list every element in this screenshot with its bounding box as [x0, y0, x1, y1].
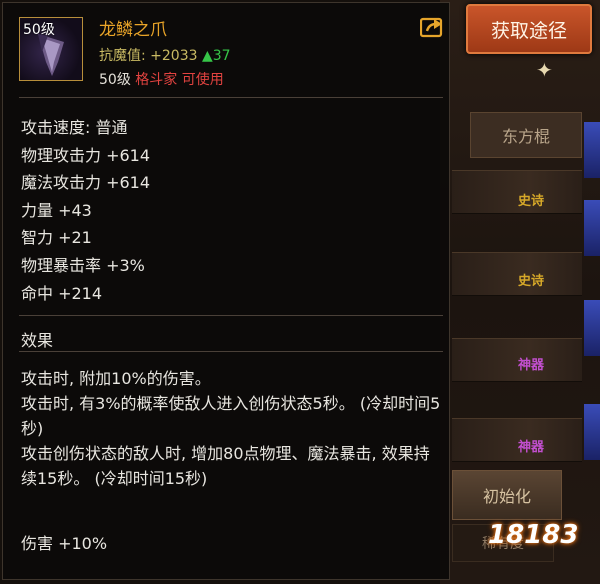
stat-magic-attack: 魔法攻击力 +614 [21, 173, 151, 193]
stat-hit: 命中 +214 [21, 283, 103, 303]
share-icon[interactable] [420, 16, 444, 38]
stat-attack-speed: 攻击速度: 普通 [21, 118, 128, 137]
item-thumbnail[interactable] [584, 300, 600, 356]
required-class: 格斗家 可使用 [135, 72, 224, 88]
effect-section-title: 效果 [21, 331, 54, 350]
item-thumbnail[interactable] [584, 200, 600, 256]
rarity-tag-epic: 史诗 [518, 274, 545, 289]
rarity-tag-artifact: 神器 [518, 440, 545, 455]
background-list-row[interactable] [452, 252, 582, 296]
stat-intelligence: 智力 +21 [21, 228, 92, 248]
divider [19, 97, 443, 98]
required-level: 50级 [99, 72, 131, 88]
damage-bonus: 伤害 +10% [21, 534, 108, 553]
rarity-tag-epic: 史诗 [518, 194, 545, 209]
reset-button[interactable]: 初始化 [452, 470, 562, 520]
tab-eastern-staff[interactable]: 东方棍 [470, 112, 582, 158]
item-icon: 50级 [19, 17, 83, 81]
item-tooltip: 50级 龙鳞之爪 抗魔值: +2033 ▲37 50级 格斗家 可使用 攻击速度… [2, 2, 450, 580]
item-thumbnail[interactable] [584, 404, 600, 460]
stat-list: 攻击速度: 普通 物理攻击力 +614 魔法攻击力 +614 力量 +43 智力… [21, 114, 150, 307]
item-name: 龙鳞之爪 [99, 20, 167, 40]
effect-line: 攻击创伤状态的敌人时, 增加80点物理、魔法暴击, 效果持续15秒。 (冷却时间… [21, 444, 430, 488]
background-list-row[interactable] [452, 338, 582, 382]
acquire-source-button[interactable]: 获取途径 [466, 4, 592, 54]
background-list-row[interactable] [452, 170, 582, 214]
background-list-row[interactable] [452, 418, 582, 462]
stat-crit-rate: 物理暴击率 +3% [21, 255, 145, 275]
item-thumbnail[interactable] [584, 122, 600, 178]
sparkle-icon: ✦ [536, 58, 553, 82]
requirement: 50级 格斗家 可使用 [99, 69, 224, 89]
rarity-tag-artifact: 神器 [518, 358, 545, 373]
effect-list: 攻击时, 附加10%的伤害。 攻击时, 有3%的概率使敌人进入创伤状态5秒。 (… [21, 366, 441, 491]
resist-value: 抗魔值: +2033 ▲37 [99, 45, 231, 65]
divider [19, 351, 443, 352]
effect-line: 攻击时, 有3%的概率使敌人进入创伤状态5秒。 (冷却时间5秒) [21, 394, 441, 438]
claw-weapon-icon [38, 34, 64, 76]
resist-increase: ▲37 [201, 48, 231, 64]
stat-physical-attack: 物理攻击力 +614 [21, 145, 151, 165]
resist-label: 抗魔值: +2033 [99, 48, 198, 64]
effect-line: 攻击时, 附加10%的伤害。 [21, 369, 211, 388]
site-watermark: 18183 [488, 520, 579, 550]
stat-strength: 力量 +43 [21, 200, 92, 220]
divider [19, 315, 443, 316]
